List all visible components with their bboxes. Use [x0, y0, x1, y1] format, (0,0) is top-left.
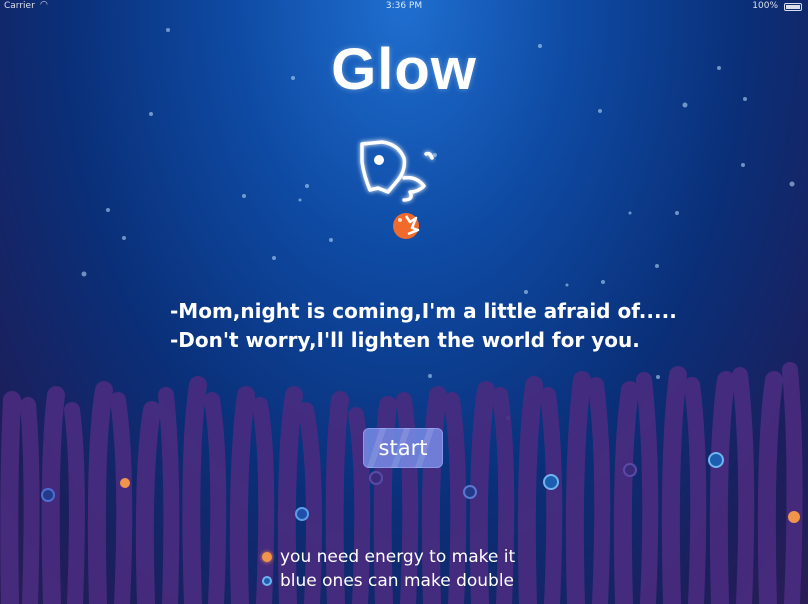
orange-energy-orb — [788, 511, 800, 523]
glow-mascot-icon — [360, 140, 434, 239]
blue-energy-orb — [369, 471, 383, 485]
story-dialogue: -Mom,night is coming,I'm a little afraid… — [170, 297, 677, 355]
legend-item: blue ones can make double — [262, 569, 515, 593]
blue-energy-orb — [623, 463, 637, 477]
start-button[interactable]: start — [363, 428, 443, 468]
legend-text: you need energy to make it — [280, 547, 516, 567]
orange-energy-orb — [120, 478, 130, 488]
legend-text: blue ones can make double — [280, 571, 515, 591]
blue-energy-orb — [463, 485, 477, 499]
start-button-label: start — [378, 436, 428, 460]
story-line: -Mom,night is coming,I'm a little afraid… — [170, 299, 677, 323]
orange-energy-dot-icon — [262, 552, 272, 562]
energy-legend: you need energy to make it blue ones can… — [262, 545, 515, 593]
blue-energy-orb — [41, 488, 55, 502]
blue-energy-orb — [295, 507, 309, 521]
legend-item: you need energy to make it — [262, 545, 515, 569]
game-title: Glow — [331, 37, 477, 102]
blue-energy-orb — [708, 452, 724, 468]
blue-energy-orb — [543, 474, 559, 490]
story-line: -Don't worry,I'll lighten the world for … — [170, 328, 640, 352]
blue-energy-dot-icon — [262, 576, 272, 586]
